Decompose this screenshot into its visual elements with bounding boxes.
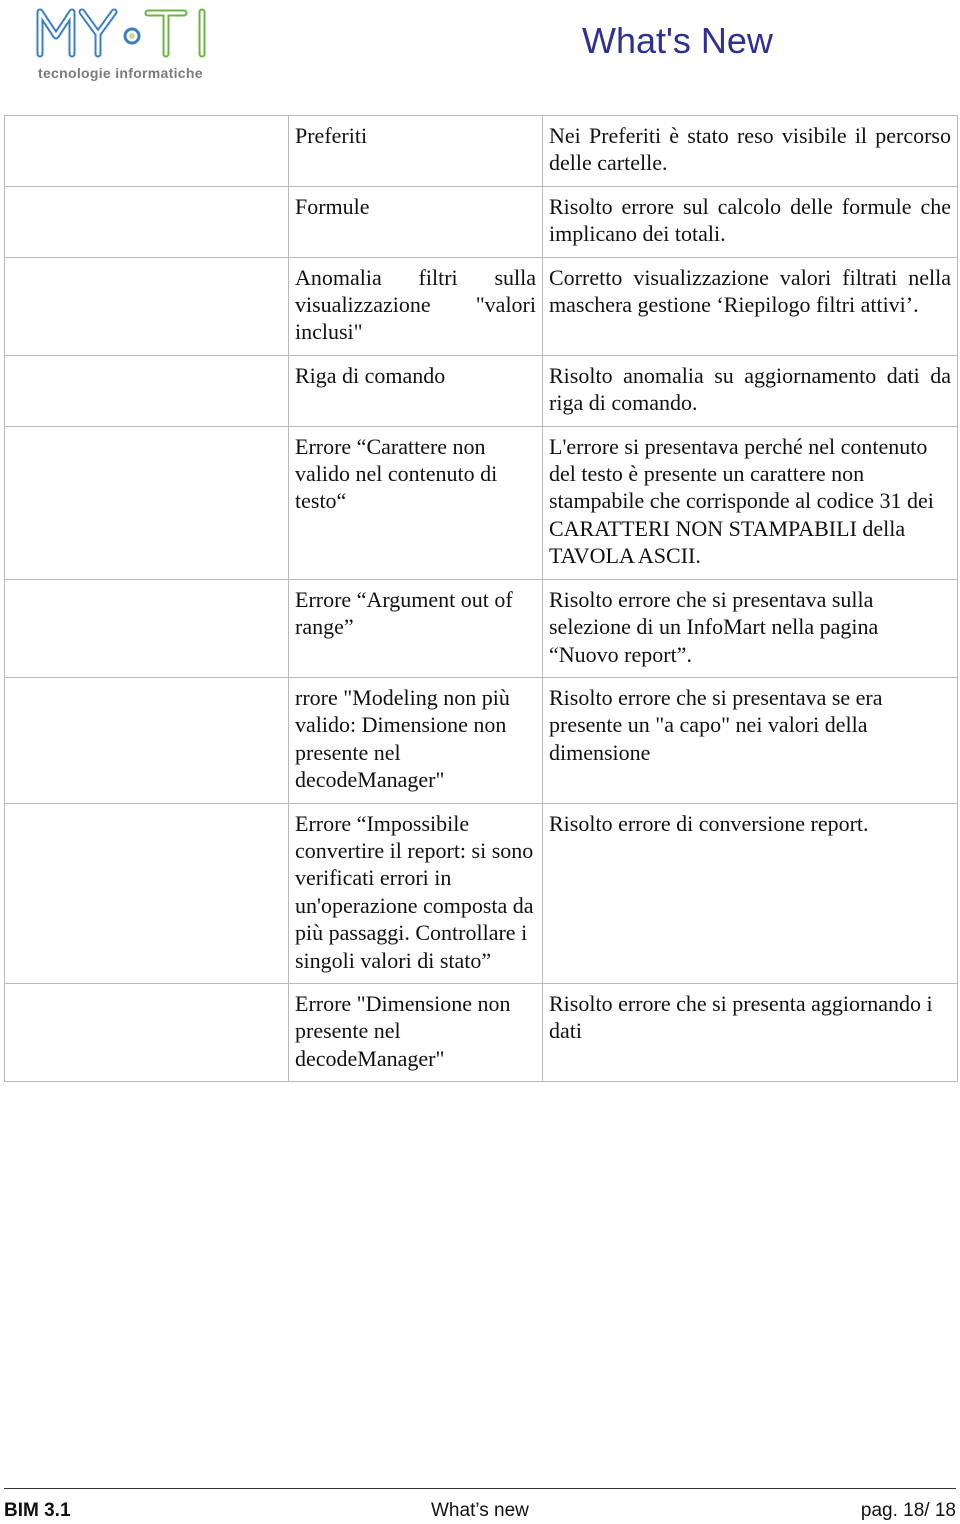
table-row: Anomalia filtri sulla visualizzazione "v… bbox=[4, 256, 958, 356]
resolution-cell: Corretto visualizzazione valori filtrati… bbox=[542, 256, 958, 356]
release-notes-table: Preferiti Nei Preferiti è stato reso visi… bbox=[4, 115, 958, 1083]
footer-product: BIM 3.1 bbox=[4, 1500, 71, 1521]
table-row: Errore “Argument out of range” Risolto er… bbox=[4, 578, 958, 678]
issue-cell: Errore “Impossibile convertire il report… bbox=[288, 802, 543, 984]
category-cell bbox=[4, 354, 289, 427]
category-cell bbox=[4, 578, 289, 678]
resolution-cell: Risolto errore che si presentava sulla s… bbox=[542, 578, 958, 678]
issue-cell: Anomalia filtri sulla visualizzazione "v… bbox=[288, 256, 543, 356]
company-logo: tecnologie informatiche bbox=[34, 4, 224, 82]
table-row: Errore "Dimensione non presente nel deco… bbox=[4, 982, 958, 1083]
category-cell bbox=[4, 256, 289, 356]
footer-divider bbox=[4, 1488, 956, 1489]
footer-page-number: pag. 18/ 18 bbox=[860, 1500, 956, 1521]
table-row: Errore “Impossibile convertire il report… bbox=[4, 802, 958, 984]
resolution-cell: L'errore si presentava perché nel conten… bbox=[542, 425, 958, 580]
table-row: Errore “Carattere non valido nel contenu… bbox=[4, 425, 958, 580]
footer-section: What’s new bbox=[431, 1500, 529, 1521]
table-row: rrore "Modeling non più valido: Dimensio… bbox=[4, 676, 958, 804]
category-cell bbox=[4, 802, 289, 984]
category-cell bbox=[4, 425, 289, 580]
release-notes-body: Preferiti Nei Preferiti è stato reso visi… bbox=[4, 115, 958, 1083]
resolution-cell: Risolto errore che si presentava se era … bbox=[542, 676, 958, 804]
category-cell bbox=[4, 982, 289, 1083]
issue-cell: Errore "Dimensione non presente nel deco… bbox=[288, 982, 543, 1083]
issue-cell: Formule bbox=[288, 185, 543, 258]
issue-cell: rrore "Modeling non più valido: Dimensio… bbox=[288, 676, 543, 804]
table-row: Formule Risolto errore sul calcolo delle … bbox=[4, 185, 958, 258]
myti-logo-icon bbox=[36, 8, 206, 58]
category-cell bbox=[4, 185, 289, 258]
resolution-cell: Risolto anomalia su aggiornamento dati d… bbox=[542, 354, 958, 427]
category-cell bbox=[4, 115, 289, 187]
logo-subtitle: tecnologie informatiche bbox=[38, 65, 203, 81]
category-cell bbox=[4, 676, 289, 804]
issue-cell: Preferiti bbox=[288, 115, 543, 187]
issue-cell: Errore “Argument out of range” bbox=[288, 578, 543, 678]
issue-cell: Errore “Carattere non valido nel contenu… bbox=[288, 425, 543, 580]
resolution-cell: Risolto errore che si presenta aggiornan… bbox=[542, 982, 958, 1083]
issue-cell: Riga di comando bbox=[288, 354, 543, 427]
resolution-cell: Risolto errore sul calcolo delle formule… bbox=[542, 185, 958, 258]
resolution-cell: Nei Preferiti è stato reso visibile il p… bbox=[542, 115, 958, 187]
table-row: Riga di comando Risolto anomalia su aggio… bbox=[4, 354, 958, 427]
page-header-title: What's New bbox=[582, 20, 773, 61]
table-row: Preferiti Nei Preferiti è stato reso visi… bbox=[4, 115, 958, 187]
resolution-cell: Risolto errore di conversione report. bbox=[542, 802, 958, 984]
